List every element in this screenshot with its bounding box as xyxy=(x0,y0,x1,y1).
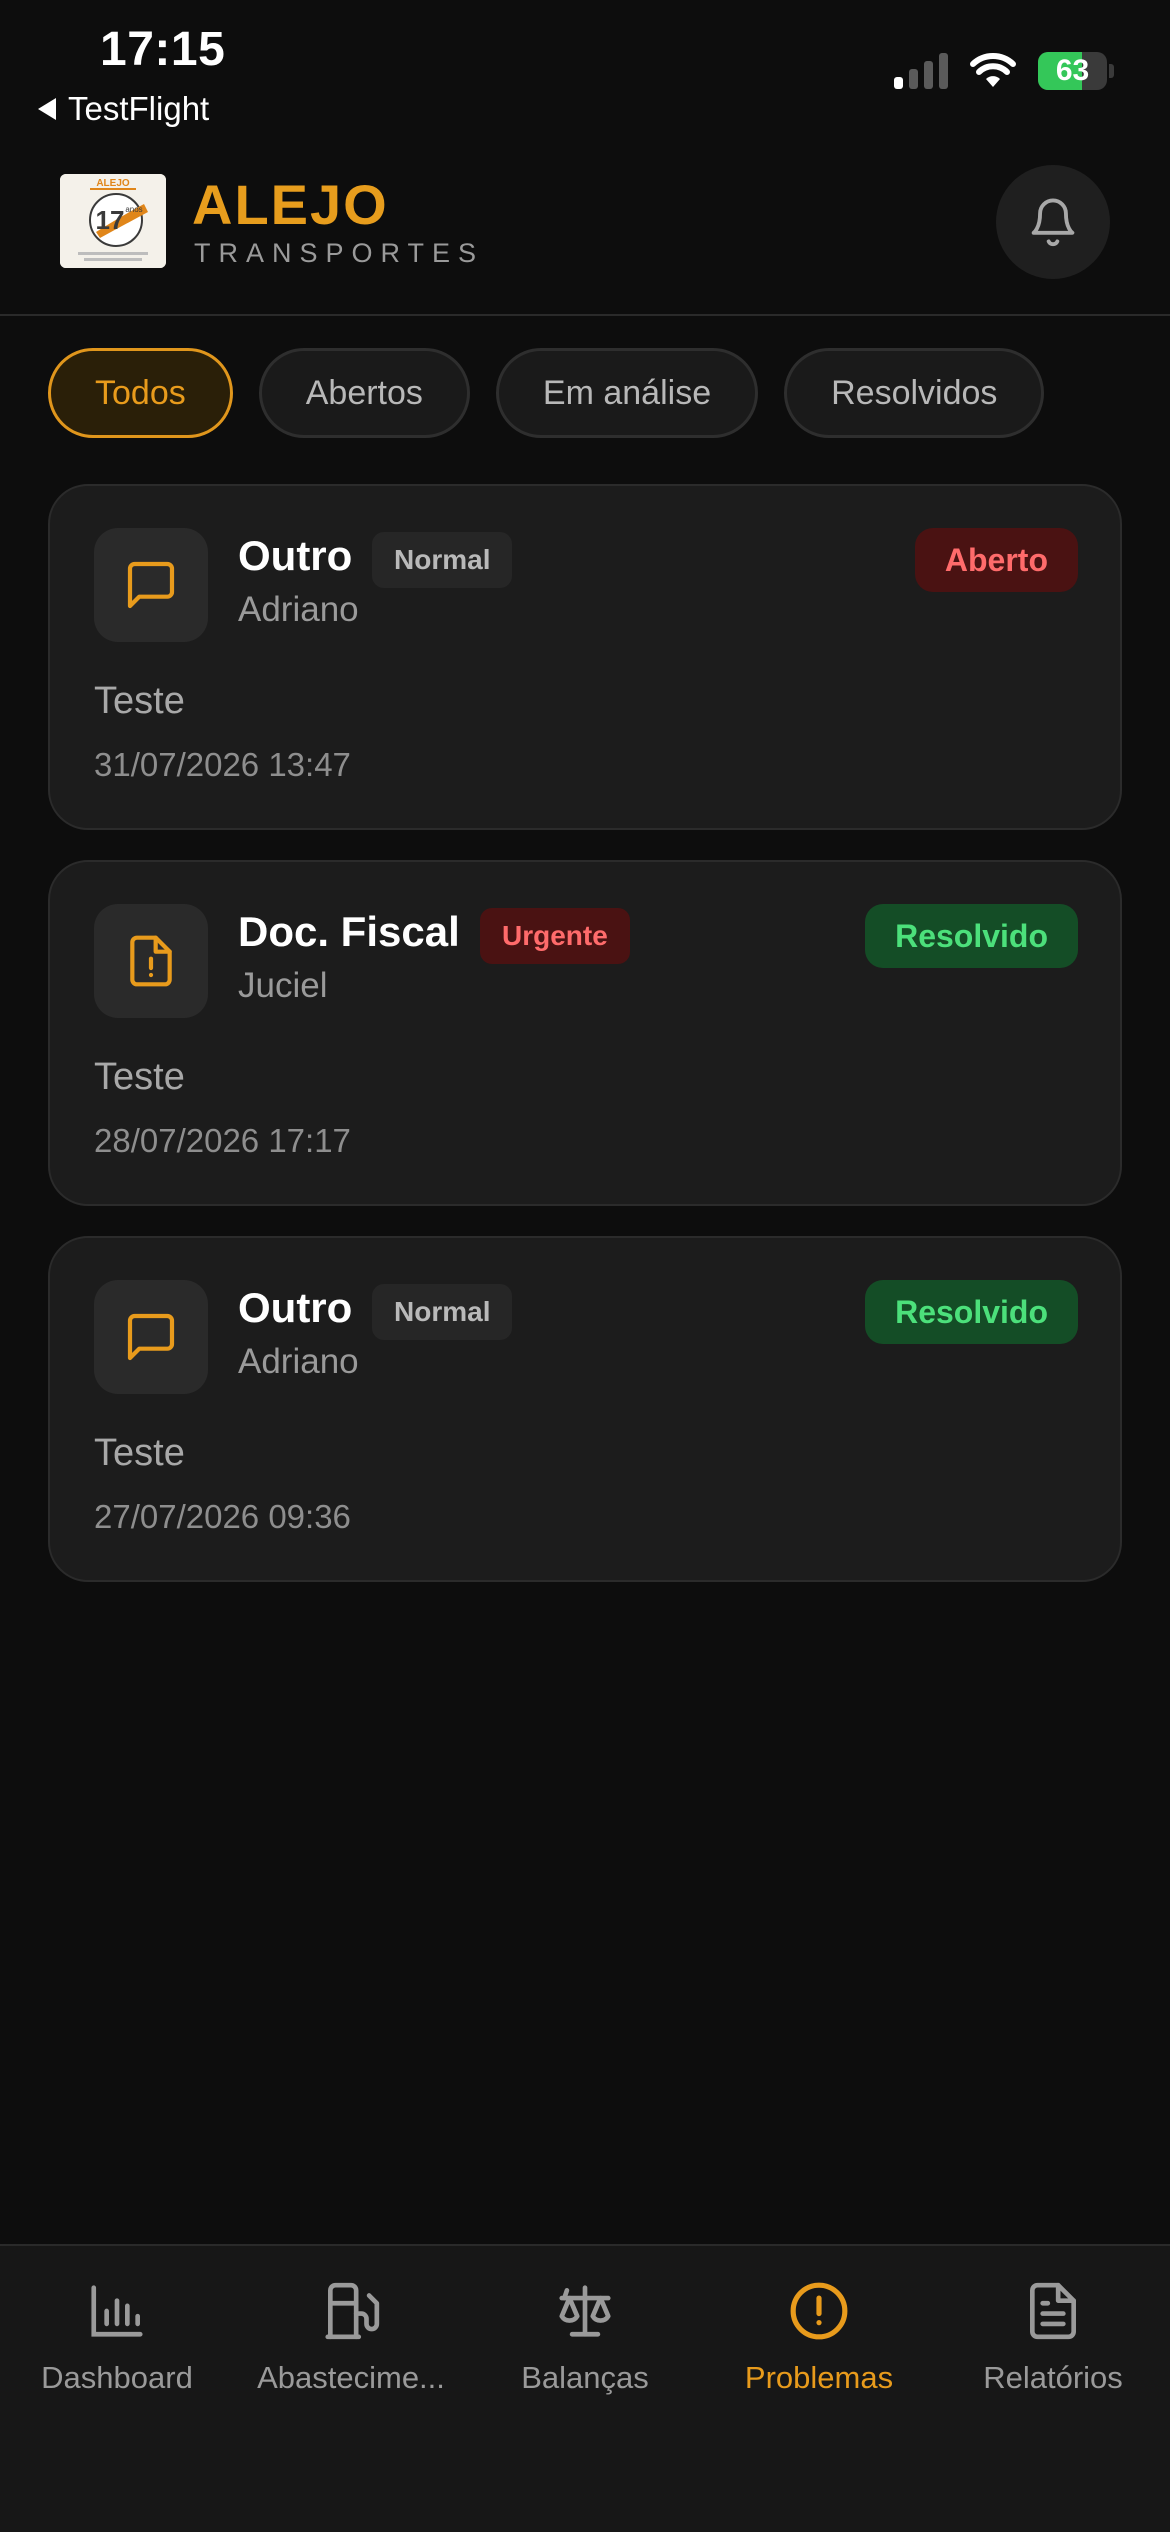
notifications-button[interactable] xyxy=(996,165,1110,279)
back-label: TestFlight xyxy=(68,90,210,127)
tab-abastecimento[interactable]: Abastecime... xyxy=(234,2276,468,2396)
card-date: 27/07/2026 09:36 xyxy=(94,1498,351,1535)
card-icon-box xyxy=(94,528,208,642)
problem-card[interactable]: Outro Normal Adriano Aberto Teste 31/07/… xyxy=(48,484,1122,830)
problems-screen: 17:15 TestFlight 63 ALEJO 17 anos ALEJO … xyxy=(0,0,1170,2532)
bell-icon xyxy=(1031,198,1075,247)
tab-label: Dashboard xyxy=(41,2360,193,2395)
fuel-pump-icon xyxy=(325,2282,380,2340)
cellular-signal-icon xyxy=(894,53,948,89)
status-badge: Resolvido xyxy=(865,1280,1078,1344)
problem-card[interactable]: Doc. Fiscal Urgente Juciel Resolvido Tes… xyxy=(48,860,1122,1206)
tab-relatorios[interactable]: Relatórios xyxy=(936,2276,1170,2396)
status-time: 17:15 xyxy=(100,23,226,76)
filter-em-analise[interactable]: Em análise xyxy=(495,348,759,438)
message-square-icon xyxy=(127,561,175,609)
tab-label: Balanças xyxy=(521,2360,649,2395)
filter-todos[interactable]: Todos xyxy=(48,348,233,438)
brand-name: ALEJO xyxy=(192,173,389,236)
document-icon xyxy=(1030,2282,1076,2340)
tab-dashboard[interactable]: Dashboard xyxy=(0,2276,234,2396)
back-to-testflight[interactable]: TestFlight xyxy=(38,90,209,128)
status-badge: Resolvido xyxy=(865,904,1078,968)
card-description: Teste xyxy=(94,680,185,722)
svg-text:17: 17 xyxy=(96,205,125,235)
card-icon-box xyxy=(94,1280,208,1394)
status-badge: Aberto xyxy=(914,528,1078,592)
card-person: Adriano xyxy=(238,590,359,629)
filter-resolvidos[interactable]: Resolvidos xyxy=(784,348,1045,438)
status-indicators: 63 xyxy=(894,52,1114,90)
card-person: Juciel xyxy=(238,966,328,1005)
card-title: Outro xyxy=(238,1284,353,1331)
problem-card[interactable]: Outro Normal Adriano Resolvido Teste 27/… xyxy=(48,1236,1122,1582)
battery-percentage: 63 xyxy=(1055,54,1090,87)
brand-subtitle: TRANSPORTES xyxy=(194,238,485,268)
wifi-icon xyxy=(970,53,1016,87)
svg-text:ALEJO: ALEJO xyxy=(96,178,130,189)
status-bar: 17:15 TestFlight 63 xyxy=(0,0,1170,140)
card-description: Teste xyxy=(94,1432,185,1474)
priority-badge: Urgente xyxy=(480,908,630,964)
message-square-icon xyxy=(127,1313,175,1361)
tab-label: Problemas xyxy=(744,2360,894,2395)
card-date: 31/07/2026 13:47 xyxy=(94,746,351,783)
tab-balancas[interactable]: Balanças xyxy=(468,2276,702,2396)
filter-abertos[interactable]: Abertos xyxy=(258,348,470,438)
card-icon-box xyxy=(94,904,208,1018)
alert-circle-icon xyxy=(790,2282,848,2340)
filter-chips: Todos Abertos Em análise Resolvidos xyxy=(48,348,1045,438)
card-person: Adriano xyxy=(238,1342,359,1381)
scale-icon xyxy=(559,2285,611,2337)
card-description: Teste xyxy=(94,1056,185,1098)
bottom-tab-bar: Dashboard Abastecime... Balanças Problem… xyxy=(0,2244,1170,2532)
tab-label: Relatórios xyxy=(983,2360,1123,2395)
card-title: Doc. Fiscal xyxy=(238,908,460,955)
file-alert-icon xyxy=(130,935,172,987)
tab-problemas[interactable]: Problemas xyxy=(702,2276,936,2396)
app-header: ALEJO 17 anos ALEJO TRANSPORTES xyxy=(0,150,1170,316)
priority-badge: Normal xyxy=(372,532,513,588)
card-date: 28/07/2026 17:17 xyxy=(94,1122,351,1159)
battery-indicator: 63 xyxy=(1038,52,1114,90)
svg-text:anos: anos xyxy=(125,205,142,214)
bar-chart-icon xyxy=(91,2285,143,2337)
tab-label: Abastecime... xyxy=(257,2360,445,2395)
company-logo: ALEJO 17 anos xyxy=(60,174,166,268)
back-arrow-icon xyxy=(38,98,56,120)
priority-badge: Normal xyxy=(372,1284,513,1340)
card-title: Outro xyxy=(238,532,353,579)
